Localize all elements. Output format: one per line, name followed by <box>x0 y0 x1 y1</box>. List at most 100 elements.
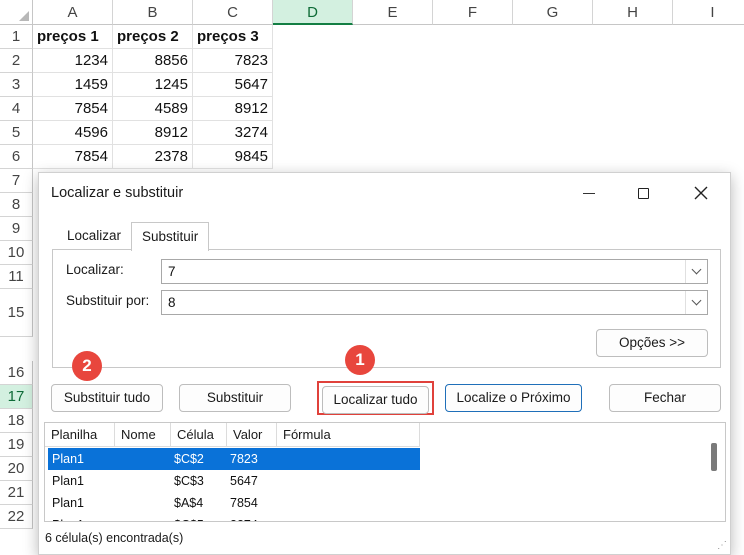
cell-c1[interactable]: preços 3 <box>193 25 273 49</box>
cell-a4[interactable]: 7854 <box>33 97 113 121</box>
cell-c2[interactable]: 7823 <box>193 49 273 73</box>
result-value: 3274 <box>230 514 258 521</box>
results-list[interactable]: Planilha Nome Célula Valor Fórmula Plan1… <box>44 422 726 522</box>
row-header-9[interactable]: 9 <box>0 217 33 241</box>
row-header-19[interactable]: 19 <box>0 433 33 457</box>
results-row[interactable]: Plan1 $C$5 3274 <box>48 514 420 521</box>
resize-grip-icon[interactable]: ⋰ <box>717 540 727 551</box>
results-scrollbar-thumb[interactable] <box>711 443 717 471</box>
row-header-21[interactable]: 21 <box>0 481 33 505</box>
find-label: Localizar: <box>66 262 124 277</box>
find-replace-dialog: Localizar e substituir Localizar Substit… <box>38 172 731 555</box>
row-header-6[interactable]: 6 <box>0 145 33 169</box>
results-row[interactable]: Plan1 $C$2 7823 <box>48 448 420 470</box>
row-header-22[interactable]: 22 <box>0 505 33 529</box>
row-header-3[interactable]: 3 <box>0 73 33 97</box>
close-icon <box>694 186 708 200</box>
results-col-formula[interactable]: Fórmula <box>277 423 420 447</box>
results-row[interactable]: Plan1 $C$3 5647 <box>48 470 420 492</box>
find-all-button[interactable]: Localizar tudo <box>322 386 429 414</box>
result-cell: $C$2 <box>174 452 204 466</box>
cell-b3[interactable]: 1245 <box>113 73 193 97</box>
replace-input-value: 8 <box>168 295 176 310</box>
dialog-title: Localizar e substituir <box>51 185 184 201</box>
tab-substituir[interactable]: Substituir <box>131 222 210 251</box>
cell-a3[interactable]: 1459 <box>33 73 113 97</box>
column-header-g[interactable]: G <box>513 0 593 25</box>
cell-a5[interactable]: 4596 <box>33 121 113 145</box>
row-header-8[interactable]: 8 <box>0 193 33 217</box>
find-dropdown-button[interactable] <box>685 260 707 283</box>
row-header-20[interactable]: 20 <box>0 457 33 481</box>
row-header-10[interactable]: 10 <box>0 241 33 265</box>
chevron-down-icon <box>691 264 702 275</box>
column-header-d[interactable]: D <box>273 0 353 25</box>
maximize-button[interactable] <box>623 179 663 207</box>
row-header-5[interactable]: 5 <box>0 121 33 145</box>
replace-dropdown-button[interactable] <box>685 291 707 314</box>
replace-input[interactable]: 8 <box>161 290 708 315</box>
results-col-value[interactable]: Valor <box>227 423 277 447</box>
cell-a6[interactable]: 7854 <box>33 145 113 169</box>
minimize-button[interactable] <box>569 179 609 207</box>
column-header-h[interactable]: H <box>593 0 673 25</box>
row-header-11[interactable]: 11 <box>0 265 33 289</box>
result-sheet: Plan1 <box>52 474 84 488</box>
status-text: 6 célula(s) encontrada(s) <box>45 531 184 545</box>
cell-c3[interactable]: 5647 <box>193 73 273 97</box>
cell-b2[interactable]: 8856 <box>113 49 193 73</box>
step-2-badge: 2 <box>72 351 102 381</box>
cell-c6[interactable]: 9845 <box>193 145 273 169</box>
row-header-17[interactable]: 17 <box>0 385 33 409</box>
result-sheet: Plan1 <box>52 514 84 521</box>
replace-label: Substituir por: <box>66 293 150 308</box>
close-window-button[interactable] <box>681 179 721 207</box>
select-all-corner[interactable] <box>0 0 33 25</box>
results-row[interactable]: Plan1 $A$4 7854 <box>48 492 420 514</box>
column-header-b[interactable]: B <box>113 0 193 25</box>
chevron-down-icon <box>691 295 702 306</box>
column-header-i[interactable]: I <box>673 0 744 25</box>
minimize-icon <box>583 192 595 194</box>
options-button[interactable]: Opções >> <box>596 329 708 357</box>
cell-c5[interactable]: 3274 <box>193 121 273 145</box>
cell-a1[interactable]: preços 1 <box>33 25 113 49</box>
column-header-f[interactable]: F <box>433 0 513 25</box>
tab-localizar[interactable]: Localizar <box>57 222 131 250</box>
find-input-value: 7 <box>168 264 176 279</box>
cell-b6[interactable]: 2378 <box>113 145 193 169</box>
step-1-badge: 1 <box>345 345 375 375</box>
row-header-2[interactable]: 2 <box>0 49 33 73</box>
replace-all-button[interactable]: Substituir tudo <box>51 384 163 412</box>
replace-tab-panel: Localizar: 7 Substituir por: 8 Opções >> <box>52 249 721 368</box>
row-header-7[interactable]: 7 <box>0 169 33 193</box>
result-cell: $C$5 <box>174 514 204 521</box>
results-col-sheet[interactable]: Planilha <box>45 423 115 447</box>
row-header-15[interactable]: 15 <box>0 289 33 337</box>
cell-b5[interactable]: 8912 <box>113 121 193 145</box>
cell-a2[interactable]: 1234 <box>33 49 113 73</box>
row-header-4[interactable]: 4 <box>0 97 33 121</box>
result-value: 7854 <box>230 496 258 510</box>
row-header-1[interactable]: 1 <box>0 25 33 49</box>
replace-button[interactable]: Substituir <box>179 384 291 412</box>
dialog-titlebar[interactable]: Localizar e substituir <box>39 173 730 213</box>
maximize-icon <box>637 187 649 199</box>
close-button[interactable]: Fechar <box>609 384 721 412</box>
row-header-16[interactable]: 16 <box>0 361 33 385</box>
column-header-c[interactable]: C <box>193 0 273 25</box>
results-col-name[interactable]: Nome <box>115 423 171 447</box>
column-header-e[interactable]: E <box>353 0 433 25</box>
find-input[interactable]: 7 <box>161 259 708 284</box>
result-cell: $C$3 <box>174 474 204 488</box>
cell-c4[interactable]: 8912 <box>193 97 273 121</box>
cell-b1[interactable]: preços 2 <box>113 25 193 49</box>
row-header-18[interactable]: 18 <box>0 409 33 433</box>
result-sheet: Plan1 <box>52 496 84 510</box>
results-header: Planilha Nome Célula Valor Fórmula <box>45 423 420 447</box>
cell-b4[interactable]: 4589 <box>113 97 193 121</box>
results-col-cell[interactable]: Célula <box>171 423 227 447</box>
result-value: 7823 <box>230 452 258 466</box>
find-next-button[interactable]: Localize o Próximo <box>445 384 582 412</box>
column-header-a[interactable]: A <box>33 0 113 25</box>
